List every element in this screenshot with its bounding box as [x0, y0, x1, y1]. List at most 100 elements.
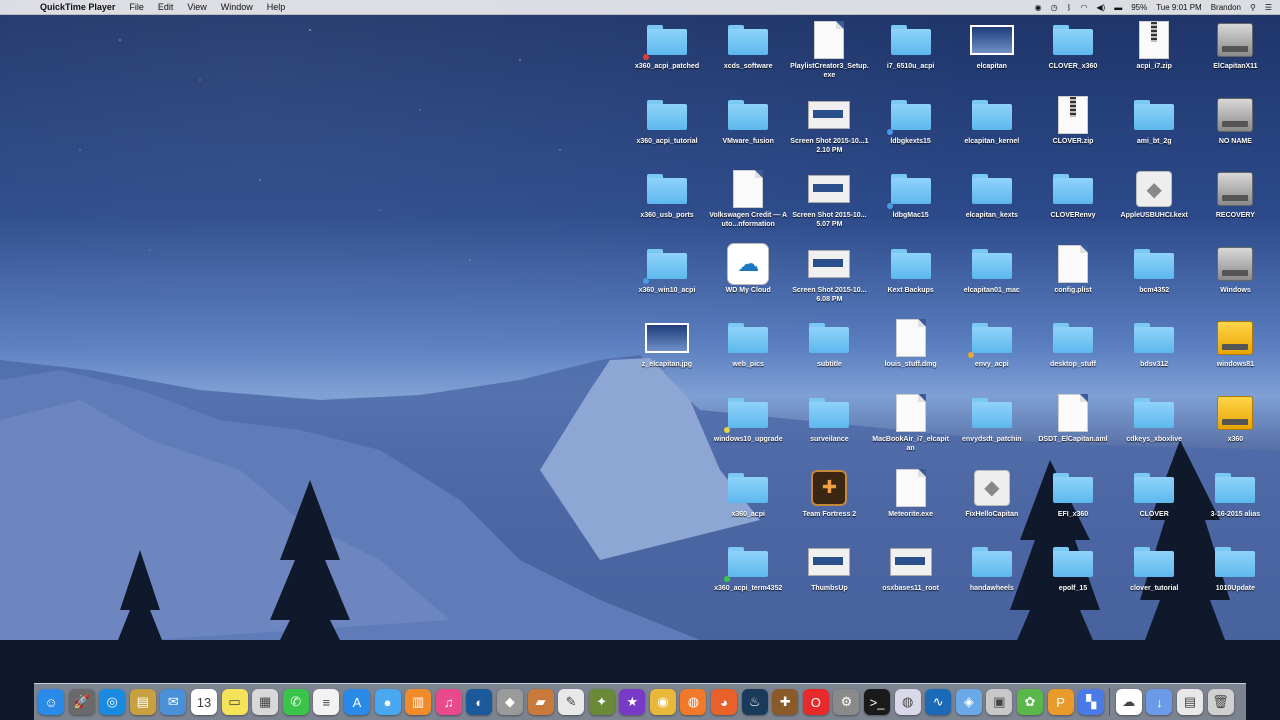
desktop-icon[interactable]: DSDT_ElCapitan.aml — [1033, 393, 1113, 463]
system-preferences-icon[interactable]: ⚙ — [833, 689, 860, 715]
desktop-icon[interactable]: Kext Backups — [871, 244, 951, 314]
desktop-icon[interactable]: windows81 — [1195, 318, 1275, 388]
chrome-icon[interactable]: ◉ — [649, 689, 676, 715]
script-icon[interactable]: ✎ — [558, 689, 585, 715]
documents-icon[interactable]: ▤ — [1176, 689, 1203, 715]
desktop-icon[interactable]: ldbgkexts15 — [871, 95, 951, 165]
desktop-icon[interactable]: x360_usb_ports — [627, 169, 707, 239]
desktop-icon[interactable]: i7_6510u_acpi — [871, 20, 951, 90]
desktop-icon[interactable]: NO NAME — [1195, 95, 1275, 165]
app-icon[interactable]: ◍ — [680, 689, 707, 715]
desktop-icon[interactable]: Screen Shot 2015-10...12.10 PM — [789, 95, 869, 165]
desktop-icon[interactable]: z_elcapitan.jpg — [627, 318, 707, 388]
launchpad-icon[interactable]: 🚀 — [68, 689, 95, 715]
desktop-icon[interactable]: x360_acpi_term4352 — [708, 542, 788, 612]
desktop-icon[interactable]: Screen Shot 2015-10...6.08 PM — [789, 244, 869, 314]
desktop-icon[interactable]: Screen Shot 2015-10...5.07 PM — [789, 169, 869, 239]
desktop-icon[interactable]: ◆ AppleUSBUHCI.kext — [1114, 169, 1194, 239]
activity-monitor-icon[interactable]: ∿ — [925, 689, 952, 715]
desktop-icon[interactable]: ami_bt_2g — [1114, 95, 1194, 165]
safari-icon[interactable]: ◎ — [99, 689, 126, 715]
firefox-icon[interactable]: ◕ — [711, 689, 738, 715]
desktop-icon[interactable]: bdsv312 — [1114, 318, 1194, 388]
desktop-icon[interactable]: bcm4352 — [1114, 244, 1194, 314]
desktop-icon[interactable]: RECOVERY — [1195, 169, 1275, 239]
downloads-icon[interactable]: ↓ — [1146, 689, 1173, 715]
desktop-icon[interactable]: windows10_upgrade — [708, 393, 788, 463]
desktop-icon[interactable]: CLOVER — [1114, 468, 1194, 538]
desktop-icon[interactable]: subtitle — [789, 318, 869, 388]
app-icon[interactable]: ▚ — [1078, 689, 1105, 715]
app-icon[interactable]: ▣ — [986, 689, 1013, 715]
desktop-icon[interactable]: x360_acpi — [708, 468, 788, 538]
desktop-icon[interactable]: VMware_fusion — [708, 95, 788, 165]
desktop-icon[interactable]: louis_stuff.dmg — [871, 318, 951, 388]
wd-cloud-icon[interactable]: ☁ — [1115, 689, 1142, 715]
app-icon[interactable]: ◆ — [496, 689, 523, 715]
desktop-icon[interactable]: Windows — [1195, 244, 1275, 314]
desktop-icon[interactable]: ◆ FixHelloCapitan — [952, 468, 1032, 538]
app-icon[interactable]: P — [1047, 689, 1074, 715]
steam-icon[interactable]: ♨ — [741, 689, 768, 715]
desktop-icon[interactable]: PlaylistCreator3_Setup.exe — [789, 20, 869, 90]
desktop-icon[interactable]: xcds_software — [708, 20, 788, 90]
ibooks-icon[interactable]: ▥ — [405, 689, 432, 715]
trash-icon[interactable]: 🗑 — [1207, 689, 1234, 715]
mail-icon[interactable]: ✉ — [160, 689, 187, 715]
desktop-icon[interactable]: acpi_i7.zip — [1114, 20, 1194, 90]
desktop-icon[interactable]: elcapitan_kexts — [952, 169, 1032, 239]
desktop-icon[interactable]: MacBookAir_i7_elcapitan — [871, 393, 951, 463]
terminal-icon[interactable]: >_ — [864, 689, 891, 715]
finder-icon[interactable]: ☺ — [38, 689, 64, 715]
desktop-icon[interactable]: handawheels — [952, 542, 1032, 612]
desktop-icon[interactable]: CLOVER_x360 — [1033, 20, 1113, 90]
desktop-icon[interactable]: elcapitan_kernel — [952, 95, 1032, 165]
desktop-icon[interactable]: web_pics — [708, 318, 788, 388]
calendar-icon[interactable]: 13 — [190, 689, 217, 715]
desktop-icon[interactable]: Meteorite.exe — [871, 468, 951, 538]
tf2-icon[interactable]: ✚ — [772, 689, 799, 715]
desktop-icon[interactable]: cdkeys_xboxlive — [1114, 393, 1194, 463]
desktop-icon[interactable]: 1010Update — [1195, 542, 1275, 612]
desktop-icon[interactable]: epolf_15 — [1033, 542, 1113, 612]
desktop-icon[interactable]: x360_acpi_patched — [627, 20, 707, 90]
desktop-icon[interactable]: config.plist — [1033, 244, 1113, 314]
desktop-icon[interactable]: ElCapitanX11 — [1195, 20, 1275, 90]
desktop-icon[interactable]: desktop_stuff — [1033, 318, 1113, 388]
preview-icon[interactable]: ▦ — [252, 689, 279, 715]
itunes-icon[interactable]: ♫ — [435, 689, 462, 715]
desktop-icon[interactable]: elcapitan — [952, 20, 1032, 90]
app-icon[interactable]: ▰ — [527, 689, 554, 715]
desktop-icon[interactable]: x360 — [1195, 393, 1275, 463]
desktop-icon[interactable]: surveilance — [789, 393, 869, 463]
desktop-icon[interactable]: envydsdt_patchin — [952, 393, 1032, 463]
opera-icon[interactable]: O — [802, 689, 829, 715]
desktop-icon[interactable]: x360_win10_acpi — [627, 244, 707, 314]
network-icon[interactable]: ◈ — [955, 689, 982, 715]
desktop-icon[interactable]: envy_acpi — [952, 318, 1032, 388]
desktop-icon[interactable]: CLOVERenvy — [1033, 169, 1113, 239]
desktop-icon[interactable]: ✚ Team Fortress 2 — [789, 468, 869, 538]
desktop-icon[interactable]: CLOVER.zip — [1033, 95, 1113, 165]
browser-icon[interactable]: ◐ — [466, 689, 493, 715]
notes-app-icon[interactable]: ▤ — [129, 689, 156, 715]
stickies-icon[interactable]: ▭ — [221, 689, 248, 715]
app-icon[interactable]: ✿ — [1017, 689, 1043, 715]
desktop-icon[interactable]: ☁ WD My Cloud — [708, 242, 788, 314]
app-icon[interactable]: ✦ — [588, 689, 615, 715]
imovie-icon[interactable]: ★ — [619, 689, 646, 715]
desktop-icon[interactable]: ThumbsUp — [789, 542, 869, 612]
messages-icon[interactable]: ✆ — [282, 689, 309, 715]
desktop-icon[interactable]: 3-16-2015 alias — [1195, 468, 1275, 538]
messenger-icon[interactable]: ● — [374, 689, 401, 715]
desktop-icon[interactable]: EFI_x360 — [1033, 468, 1113, 538]
appstore-icon[interactable]: A — [343, 689, 370, 715]
desktop-icon[interactable]: elcapitan01_mac — [952, 244, 1032, 314]
textedit-icon[interactable]: ≡ — [313, 689, 340, 715]
desktop-icon[interactable]: Volkswagen Credit — Auto...nformation — [708, 169, 788, 239]
desktop-icon[interactable]: osxbases11_root — [871, 542, 951, 612]
utility-icon[interactable]: ◍ — [894, 689, 921, 715]
desktop-icon[interactable]: clover_tutorial — [1114, 542, 1194, 612]
desktop-icon[interactable]: ldbgMac15 — [871, 169, 951, 239]
desktop-icon[interactable]: x360_acpi_tutorial — [627, 95, 707, 165]
